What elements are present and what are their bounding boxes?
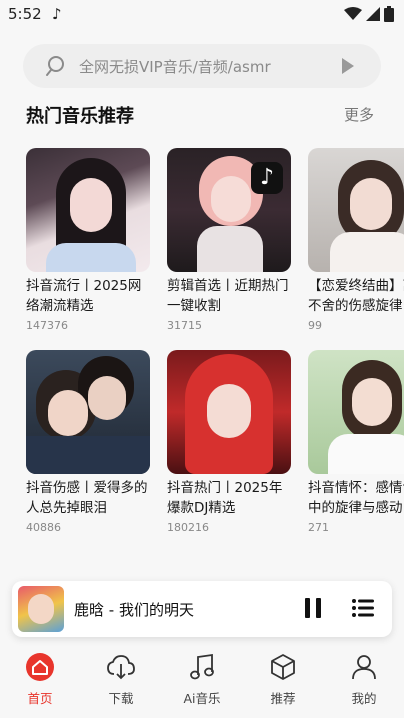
search-bar[interactable]: 全网无损VIP音乐/音频/asmr <box>23 44 381 88</box>
status-icons <box>344 6 394 22</box>
playlist-title: 抖音伤感丨爱得多的人总先掉眼泪 <box>26 480 148 516</box>
player-album-cover <box>18 586 64 632</box>
battery-icon <box>384 6 394 22</box>
signal-icon <box>366 7 380 21</box>
nav-label-home: 首页 <box>27 691 53 706</box>
pause-icon[interactable] <box>304 597 322 619</box>
playlist-cover <box>26 350 150 474</box>
music-note-status-icon: ♪ <box>52 5 62 23</box>
playlist-title: 【恋爱终结曲】离别不舍的伤感旋律 <box>308 278 404 314</box>
wifi-icon <box>344 7 362 20</box>
playlist-play-count: 271 <box>308 521 329 534</box>
playlist-cover <box>308 350 404 474</box>
nav-item-download[interactable]: 下载 <box>81 650 161 707</box>
playlist-play-count: 180216 <box>167 521 209 534</box>
nav-label-recommend: 推荐 <box>270 691 296 706</box>
playlist-grid: 抖音流行丨2025网络潮流精选 147376 ♪ 剪辑首选丨近期热门一键收割 3… <box>26 148 404 548</box>
home-icon <box>26 653 54 681</box>
playlist-cover: ♪ <box>167 148 291 272</box>
search-icon <box>46 56 64 76</box>
playlist-title: 抖音热门丨2025年爆款DJ精选 <box>167 480 283 516</box>
playlist-play-count: 40886 <box>26 521 61 534</box>
cloud-download-icon <box>107 655 135 680</box>
playlist-card[interactable]: ♪ 剪辑首选丨近期热门一键收割 31715 <box>167 148 291 332</box>
playlist-card[interactable]: 抖音热门丨2025年爆款DJ精选 180216 <box>167 350 291 534</box>
bottom-nav: 首页 下载 Ai音乐 推荐 我的 <box>0 650 404 718</box>
nav-label-ai-music: Ai音乐 <box>183 691 221 706</box>
playlist-play-count: 147376 <box>26 319 68 332</box>
playlist-card[interactable]: 抖音流行丨2025网络潮流精选 147376 <box>26 148 150 332</box>
playlist-cover <box>308 148 404 272</box>
section-title: 热门音乐推荐 <box>26 106 134 127</box>
playlist-cover <box>26 148 150 272</box>
player-song-title: 鹿晗 - 我们的明天 <box>74 601 194 619</box>
playlist-play-count: 31715 <box>167 319 202 332</box>
status-time: 5:52 <box>8 5 42 23</box>
nav-label-download: 下载 <box>108 691 134 706</box>
playlist-queue-icon[interactable] <box>352 598 374 618</box>
cube-icon <box>271 654 295 680</box>
playlist-title: 抖音情怀：感情记忆中的旋律与感动 <box>308 480 404 516</box>
nav-item-mine[interactable]: 我的 <box>324 650 404 707</box>
music-note-icon <box>190 653 214 680</box>
nav-item-recommend[interactable]: 推荐 <box>243 650 323 707</box>
user-icon <box>352 655 376 680</box>
playlist-title: 抖音流行丨2025网络潮流精选 <box>26 278 142 314</box>
nav-item-home[interactable]: 首页 <box>0 650 80 707</box>
mini-player[interactable]: 鹿晗 - 我们的明天 <box>12 581 392 637</box>
playlist-card[interactable]: 【恋爱终结曲】离别不舍的伤感旋律 99 <box>308 148 404 332</box>
playlist-card[interactable]: 抖音伤感丨爱得多的人总先掉眼泪 40886 <box>26 350 150 534</box>
search-play-icon[interactable] <box>341 57 355 75</box>
playlist-title: 剪辑首选丨近期热门一键收割 <box>167 278 289 314</box>
playlist-card[interactable]: 抖音情怀：感情记忆中的旋律与感动 271 <box>308 350 404 534</box>
tiktok-logo-icon: ♪ <box>251 162 283 194</box>
more-link[interactable]: 更多 <box>344 104 374 125</box>
playlist-play-count: 99 <box>308 319 322 332</box>
nav-item-ai-music[interactable]: Ai音乐 <box>162 650 242 707</box>
playlist-cover <box>167 350 291 474</box>
search-placeholder: 全网无损VIP音乐/音频/asmr <box>79 58 271 76</box>
status-bar: 5:52 ♪ <box>0 0 404 30</box>
nav-label-mine: 我的 <box>351 691 377 706</box>
